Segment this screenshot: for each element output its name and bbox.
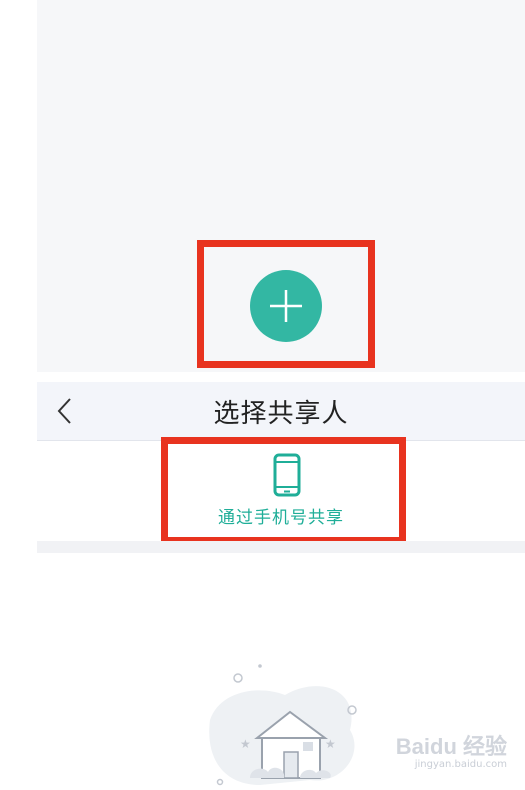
section-gap xyxy=(37,372,525,382)
baidu-watermark: Baidu 经验 jingyan.baidu.com xyxy=(396,729,507,770)
svg-text:★: ★ xyxy=(240,737,251,751)
watermark-logo: Baidu 经验 xyxy=(395,734,507,759)
divider-band xyxy=(37,541,525,553)
svg-text:★: ★ xyxy=(325,737,336,751)
house-illustration: ★ ★ xyxy=(209,664,357,786)
left-gutter xyxy=(0,0,37,790)
highlight-box-add xyxy=(197,240,375,368)
page-title: 选择共享人 xyxy=(213,399,349,429)
highlight-box-share xyxy=(161,437,406,544)
nav-bar: 选择共享人 xyxy=(37,382,525,441)
